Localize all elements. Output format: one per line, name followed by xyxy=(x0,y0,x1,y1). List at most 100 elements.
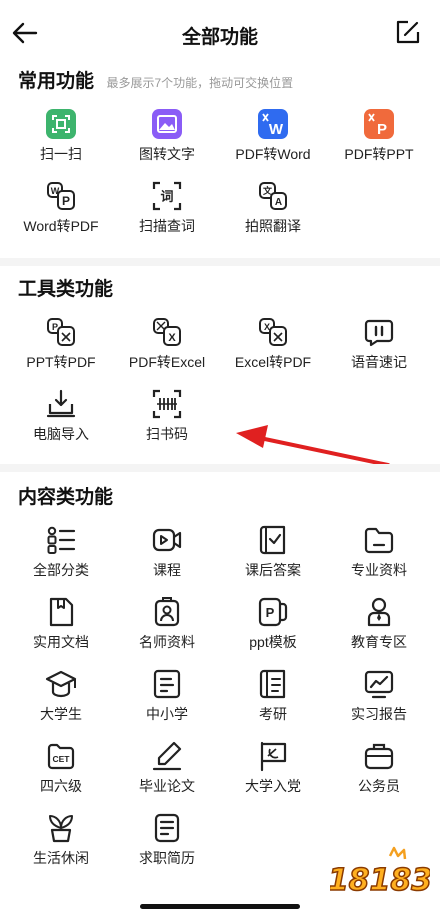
edit-button[interactable] xyxy=(394,18,422,46)
feature-practical-docs[interactable]: 实用文档 xyxy=(8,590,114,662)
section-divider xyxy=(0,464,440,472)
feature-image-to-text[interactable]: 图转文字 xyxy=(114,102,220,174)
feature-postgrad-exam[interactable]: 考研 xyxy=(220,662,326,734)
plant-pot-icon xyxy=(49,815,73,843)
feature-course[interactable]: 课程 xyxy=(114,518,220,590)
feature-label: 扫描查词 xyxy=(139,218,195,234)
feature-label: 实习报告 xyxy=(351,706,407,722)
image-to-text-icon xyxy=(152,109,182,139)
education-icon xyxy=(367,597,391,627)
ppt-template-icon: P xyxy=(258,597,288,627)
feature-party-join[interactable]: 大学入党 xyxy=(220,734,326,806)
feature-internship-report[interactable]: 实习报告 xyxy=(326,662,432,734)
answer-book-icon xyxy=(259,525,286,555)
document-icon xyxy=(49,597,74,627)
feature-scan-word[interactable]: 词 扫描查词 xyxy=(114,174,220,246)
feature-teacher-materials[interactable]: 名师资料 xyxy=(114,590,220,662)
scan-book-code-icon xyxy=(152,389,182,419)
section-header: 工具类功能 xyxy=(18,274,113,301)
pdf-to-ppt-icon: P xyxy=(364,109,394,139)
voice-note-icon xyxy=(364,319,394,347)
svg-text:P: P xyxy=(62,194,70,208)
report-chart-icon xyxy=(364,670,394,699)
feature-label: 公务员 xyxy=(358,778,400,794)
pdf-to-excel-icon: X xyxy=(153,318,181,346)
feature-photo-translate[interactable]: 文 A 拍照翻译 xyxy=(220,174,326,246)
party-flag-icon xyxy=(260,741,287,772)
cet-icon: CET xyxy=(47,743,75,770)
section-common: 常用功能 最多展示7个功能，拖动可交换位置 扫一扫 图转文字 W PDF转Wor… xyxy=(0,66,440,256)
feature-label: PDF转PPT xyxy=(344,146,414,162)
section-title: 内容类功能 xyxy=(18,487,114,508)
svg-text:P: P xyxy=(52,322,58,332)
feature-label: Word转PDF xyxy=(23,218,99,234)
home-indicator[interactable] xyxy=(140,904,300,909)
feature-label: 电脑导入 xyxy=(33,426,89,442)
section-subtitle: 最多展示7个功能，拖动可交换位置 xyxy=(106,76,294,90)
feature-leisure[interactable]: 生活休闲 xyxy=(8,806,114,878)
feature-label: 求职简历 xyxy=(139,850,195,866)
svg-text:文: 文 xyxy=(262,185,273,197)
feature-word-to-pdf[interactable]: P W Word转PDF xyxy=(8,174,114,246)
edit-icon xyxy=(396,20,420,44)
feature-label: 图转文字 xyxy=(139,146,195,162)
header: 全部功能 xyxy=(0,0,440,70)
scan-icon xyxy=(46,109,76,139)
feature-label: 语音速记 xyxy=(351,354,407,370)
feature-resume[interactable]: 求职简历 xyxy=(114,806,220,878)
graduation-cap-icon xyxy=(45,670,77,698)
section-title: 工具类功能 xyxy=(18,279,114,300)
feature-civil-servant[interactable]: 公务员 xyxy=(326,734,432,806)
school-doc-icon xyxy=(153,669,181,699)
feature-education-zone[interactable]: 教育专区 xyxy=(326,590,432,662)
feature-computer-import[interactable]: 电脑导入 xyxy=(8,382,114,454)
feature-label: 全部分类 xyxy=(33,562,89,578)
feature-excel-to-pdf[interactable]: X Excel转PDF xyxy=(220,310,326,382)
feature-label: 课后答案 xyxy=(245,562,301,578)
ppt-to-pdf-icon: P xyxy=(47,318,75,346)
feature-scan-book-code[interactable]: 扫书码 xyxy=(114,382,220,454)
feature-pdf-to-word[interactable]: W PDF转Word xyxy=(220,102,326,174)
watermark-logo: 18183 xyxy=(330,846,430,899)
page-title: 全部功能 xyxy=(181,27,258,48)
civil-servant-icon xyxy=(364,743,394,770)
feature-homework-answers[interactable]: 课后答案 xyxy=(220,518,326,590)
feature-label: 四六级 xyxy=(40,778,82,794)
svg-text:词: 词 xyxy=(160,190,173,205)
feature-professional-materials[interactable]: 专业资料 xyxy=(326,518,432,590)
feature-pdf-to-excel[interactable]: X PDF转Excel xyxy=(114,310,220,382)
feature-pdf-to-ppt[interactable]: P PDF转PPT xyxy=(326,102,432,174)
svg-text:P: P xyxy=(377,121,387,138)
feature-cet[interactable]: CET 四六级 xyxy=(8,734,114,806)
feature-all-categories[interactable]: 全部分类 xyxy=(8,518,114,590)
thesis-pen-icon xyxy=(152,741,182,771)
svg-text:X: X xyxy=(168,332,176,344)
section-divider xyxy=(0,258,440,266)
excel-to-pdf-icon: X xyxy=(259,318,287,346)
feature-k12[interactable]: 中小学 xyxy=(114,662,220,734)
feature-ppt-template[interactable]: P ppt模板 xyxy=(220,590,326,662)
folder-icon xyxy=(364,527,394,554)
feature-college-student[interactable]: 大学生 xyxy=(8,662,114,734)
feature-label: PPT转PDF xyxy=(26,354,96,370)
pdf-to-word-icon: W xyxy=(258,109,288,139)
svg-text:X: X xyxy=(264,322,270,332)
feature-voice-note[interactable]: 语音速记 xyxy=(326,310,432,382)
computer-import-icon xyxy=(46,389,76,418)
course-video-icon xyxy=(152,528,182,552)
feature-label: 中小学 xyxy=(146,706,188,722)
scan-word-icon: 词 xyxy=(152,181,182,211)
feature-thesis[interactable]: 毕业论文 xyxy=(114,734,220,806)
feature-label: 实用文档 xyxy=(33,634,89,650)
feature-label: 考研 xyxy=(259,706,287,722)
teacher-badge-icon xyxy=(154,597,180,627)
feature-label: 教育专区 xyxy=(351,634,407,650)
section-header: 内容类功能 xyxy=(18,482,113,509)
feature-label: 扫书码 xyxy=(146,426,188,442)
svg-text:W: W xyxy=(269,121,284,138)
resume-icon xyxy=(154,813,180,843)
feature-label: 专业资料 xyxy=(351,562,407,578)
feature-ppt-to-pdf[interactable]: P PPT转PDF xyxy=(8,310,114,382)
feature-label: 大学生 xyxy=(40,706,82,722)
feature-scan[interactable]: 扫一扫 xyxy=(8,102,114,174)
